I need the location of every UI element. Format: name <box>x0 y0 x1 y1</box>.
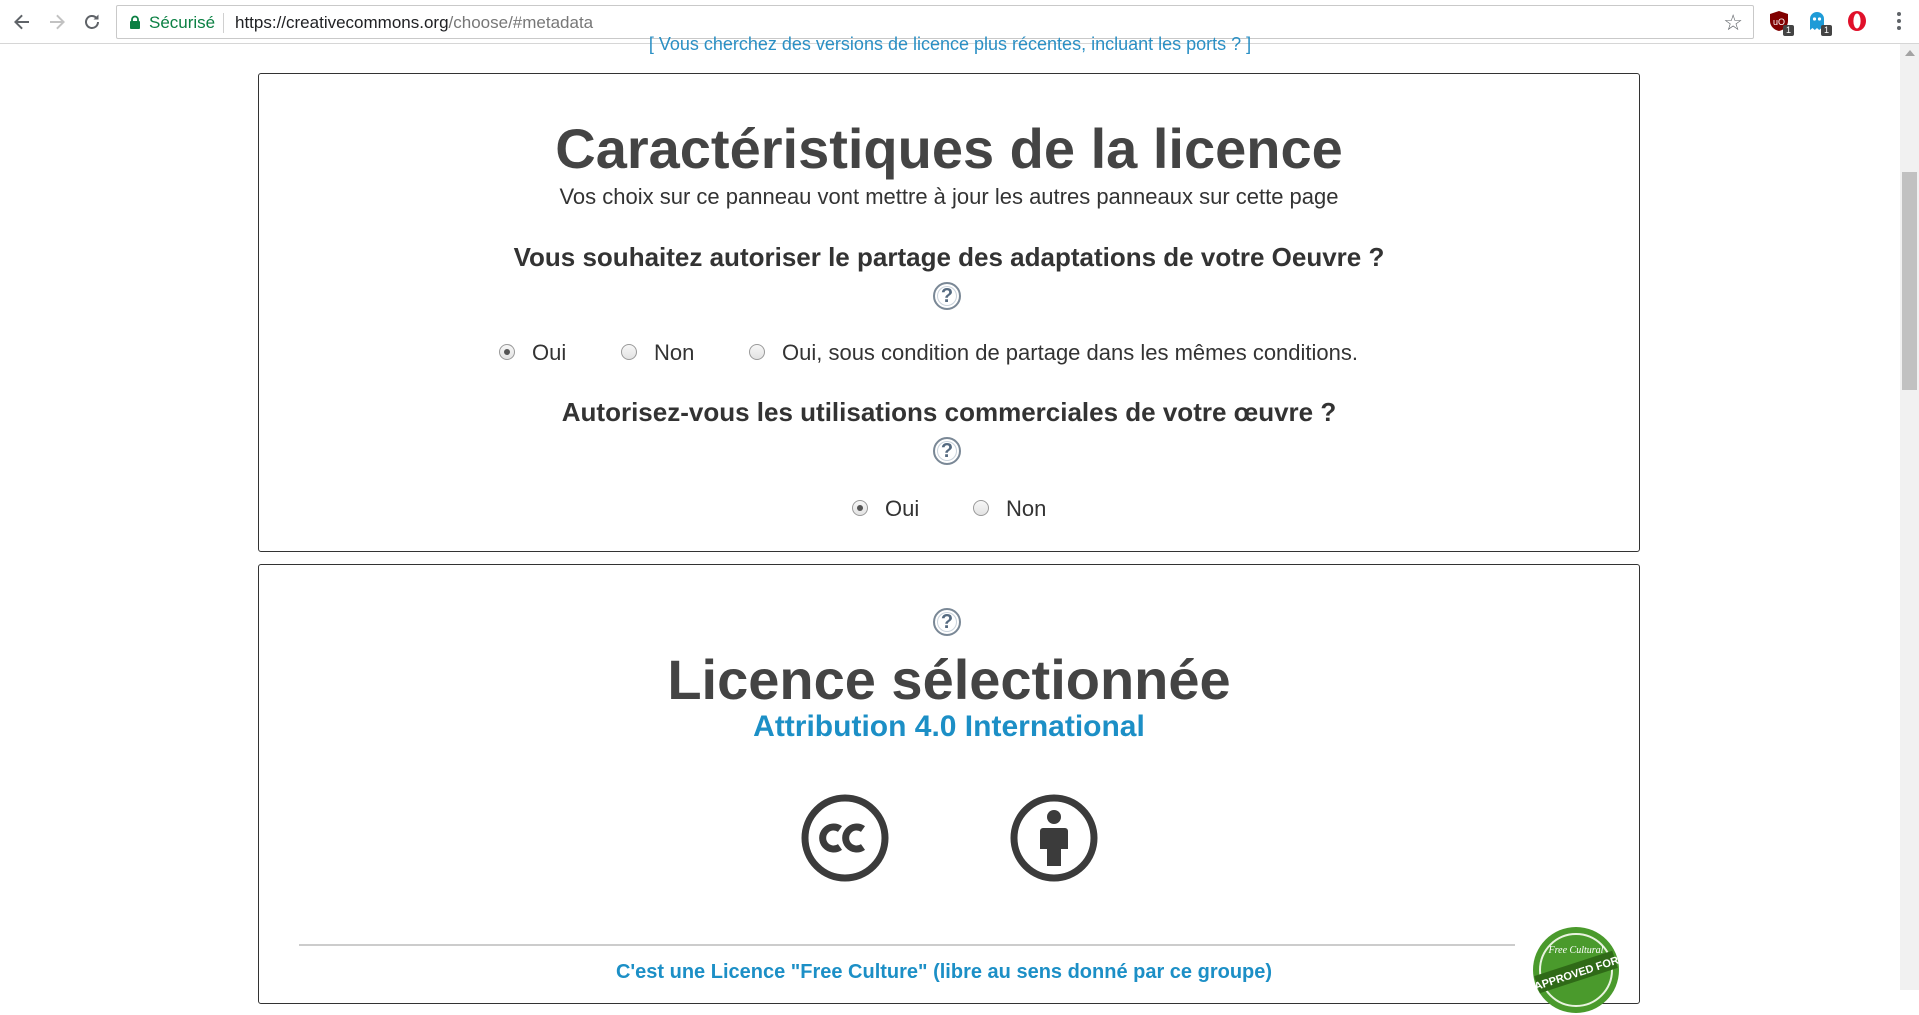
opera-icon <box>1848 11 1866 31</box>
url-path: /choose/#metadata <box>448 13 594 32</box>
adaptations-question: Vous souhaitez autoriser le partage des … <box>513 242 1385 272</box>
attribution-icon <box>1010 794 1098 882</box>
commercial-radio-non[interactable] <box>973 500 989 516</box>
free-culture-link[interactable]: C'est une Licence "Free Culture" (libre … <box>259 961 1629 984</box>
ublock-extension[interactable]: uO 1 <box>1768 10 1794 36</box>
selected-license-panel: ? Licence sélectionnée Attribution 4.0 I… <box>258 564 1640 1013</box>
scroll-thumb[interactable] <box>1902 172 1917 390</box>
commercial-radio-oui[interactable] <box>852 500 868 516</box>
adaptations-radio-non[interactable] <box>621 344 637 360</box>
badge-text-top: Free Cultural <box>1548 945 1604 956</box>
reload-button[interactable] <box>80 10 104 34</box>
opera-extension[interactable] <box>1846 10 1868 32</box>
url-text[interactable]: https://creativecommons.org/choose/#meta… <box>235 13 593 33</box>
arrow-right-icon <box>50 14 65 30</box>
arrow-left-icon <box>14 14 29 30</box>
commercial-label-oui[interactable]: Oui <box>885 496 919 522</box>
ublock-badge: 1 <box>1782 25 1794 36</box>
forward-button[interactable] <box>45 10 69 34</box>
adaptations-label-oui[interactable]: Oui <box>532 340 566 366</box>
newer-versions-link-text: [ Vous cherchez des versions de licence … <box>648 34 1252 54</box>
commercial-question: Autorisez-vous les utilisations commerci… <box>561 397 1337 427</box>
adaptations-radio-sharealike[interactable] <box>749 344 765 360</box>
selected-license-title: Licence sélectionnée <box>667 648 1231 711</box>
page-scrollbar[interactable] <box>1900 44 1919 990</box>
browser-menu-icon[interactable] <box>1896 10 1902 34</box>
secure-label: Sécurisé <box>149 13 216 32</box>
scroll-up-arrow-icon[interactable] <box>1905 50 1915 56</box>
adaptations-label-non[interactable]: Non <box>654 340 694 366</box>
cc-icon <box>801 794 889 882</box>
features-subtitle: Vos choix sur ce panneau vont mettre à j… <box>559 184 1339 209</box>
selected-license-help-icon[interactable]: ? <box>933 608 961 636</box>
lock-icon <box>130 15 140 29</box>
reload-icon <box>85 14 99 29</box>
newer-versions-link[interactable]: [ Vous cherchez des versions de licence … <box>600 30 1300 56</box>
section-divider <box>299 944 1515 946</box>
adaptations-radio-oui[interactable] <box>499 344 515 360</box>
ghostery-badge: 1 <box>1820 25 1832 36</box>
adaptations-help-icon[interactable]: ? <box>933 282 961 310</box>
license-features-panel: Caractéristiques de la licence Vos choix… <box>258 73 1640 552</box>
bookmark-star-icon[interactable]: ☆ <box>1723 10 1743 36</box>
commercial-help-icon[interactable]: ? <box>933 437 961 465</box>
url-host: https://creativecommons.org <box>235 13 449 32</box>
commercial-label-non[interactable]: Non <box>1006 496 1046 522</box>
back-button[interactable] <box>10 10 34 34</box>
omnibox-separator <box>223 13 224 33</box>
license-name-link[interactable]: Attribution 4.0 International <box>259 710 1639 744</box>
ghostery-extension[interactable]: 1 <box>1806 10 1832 36</box>
free-culture-approved-badge[interactable]: Free Cultural APPROVED FOR <box>1531 925 1621 1015</box>
adaptations-label-sharealike[interactable]: Oui, sous condition de partage dans les … <box>782 340 1358 366</box>
features-title: Caractéristiques de la licence <box>555 117 1343 180</box>
